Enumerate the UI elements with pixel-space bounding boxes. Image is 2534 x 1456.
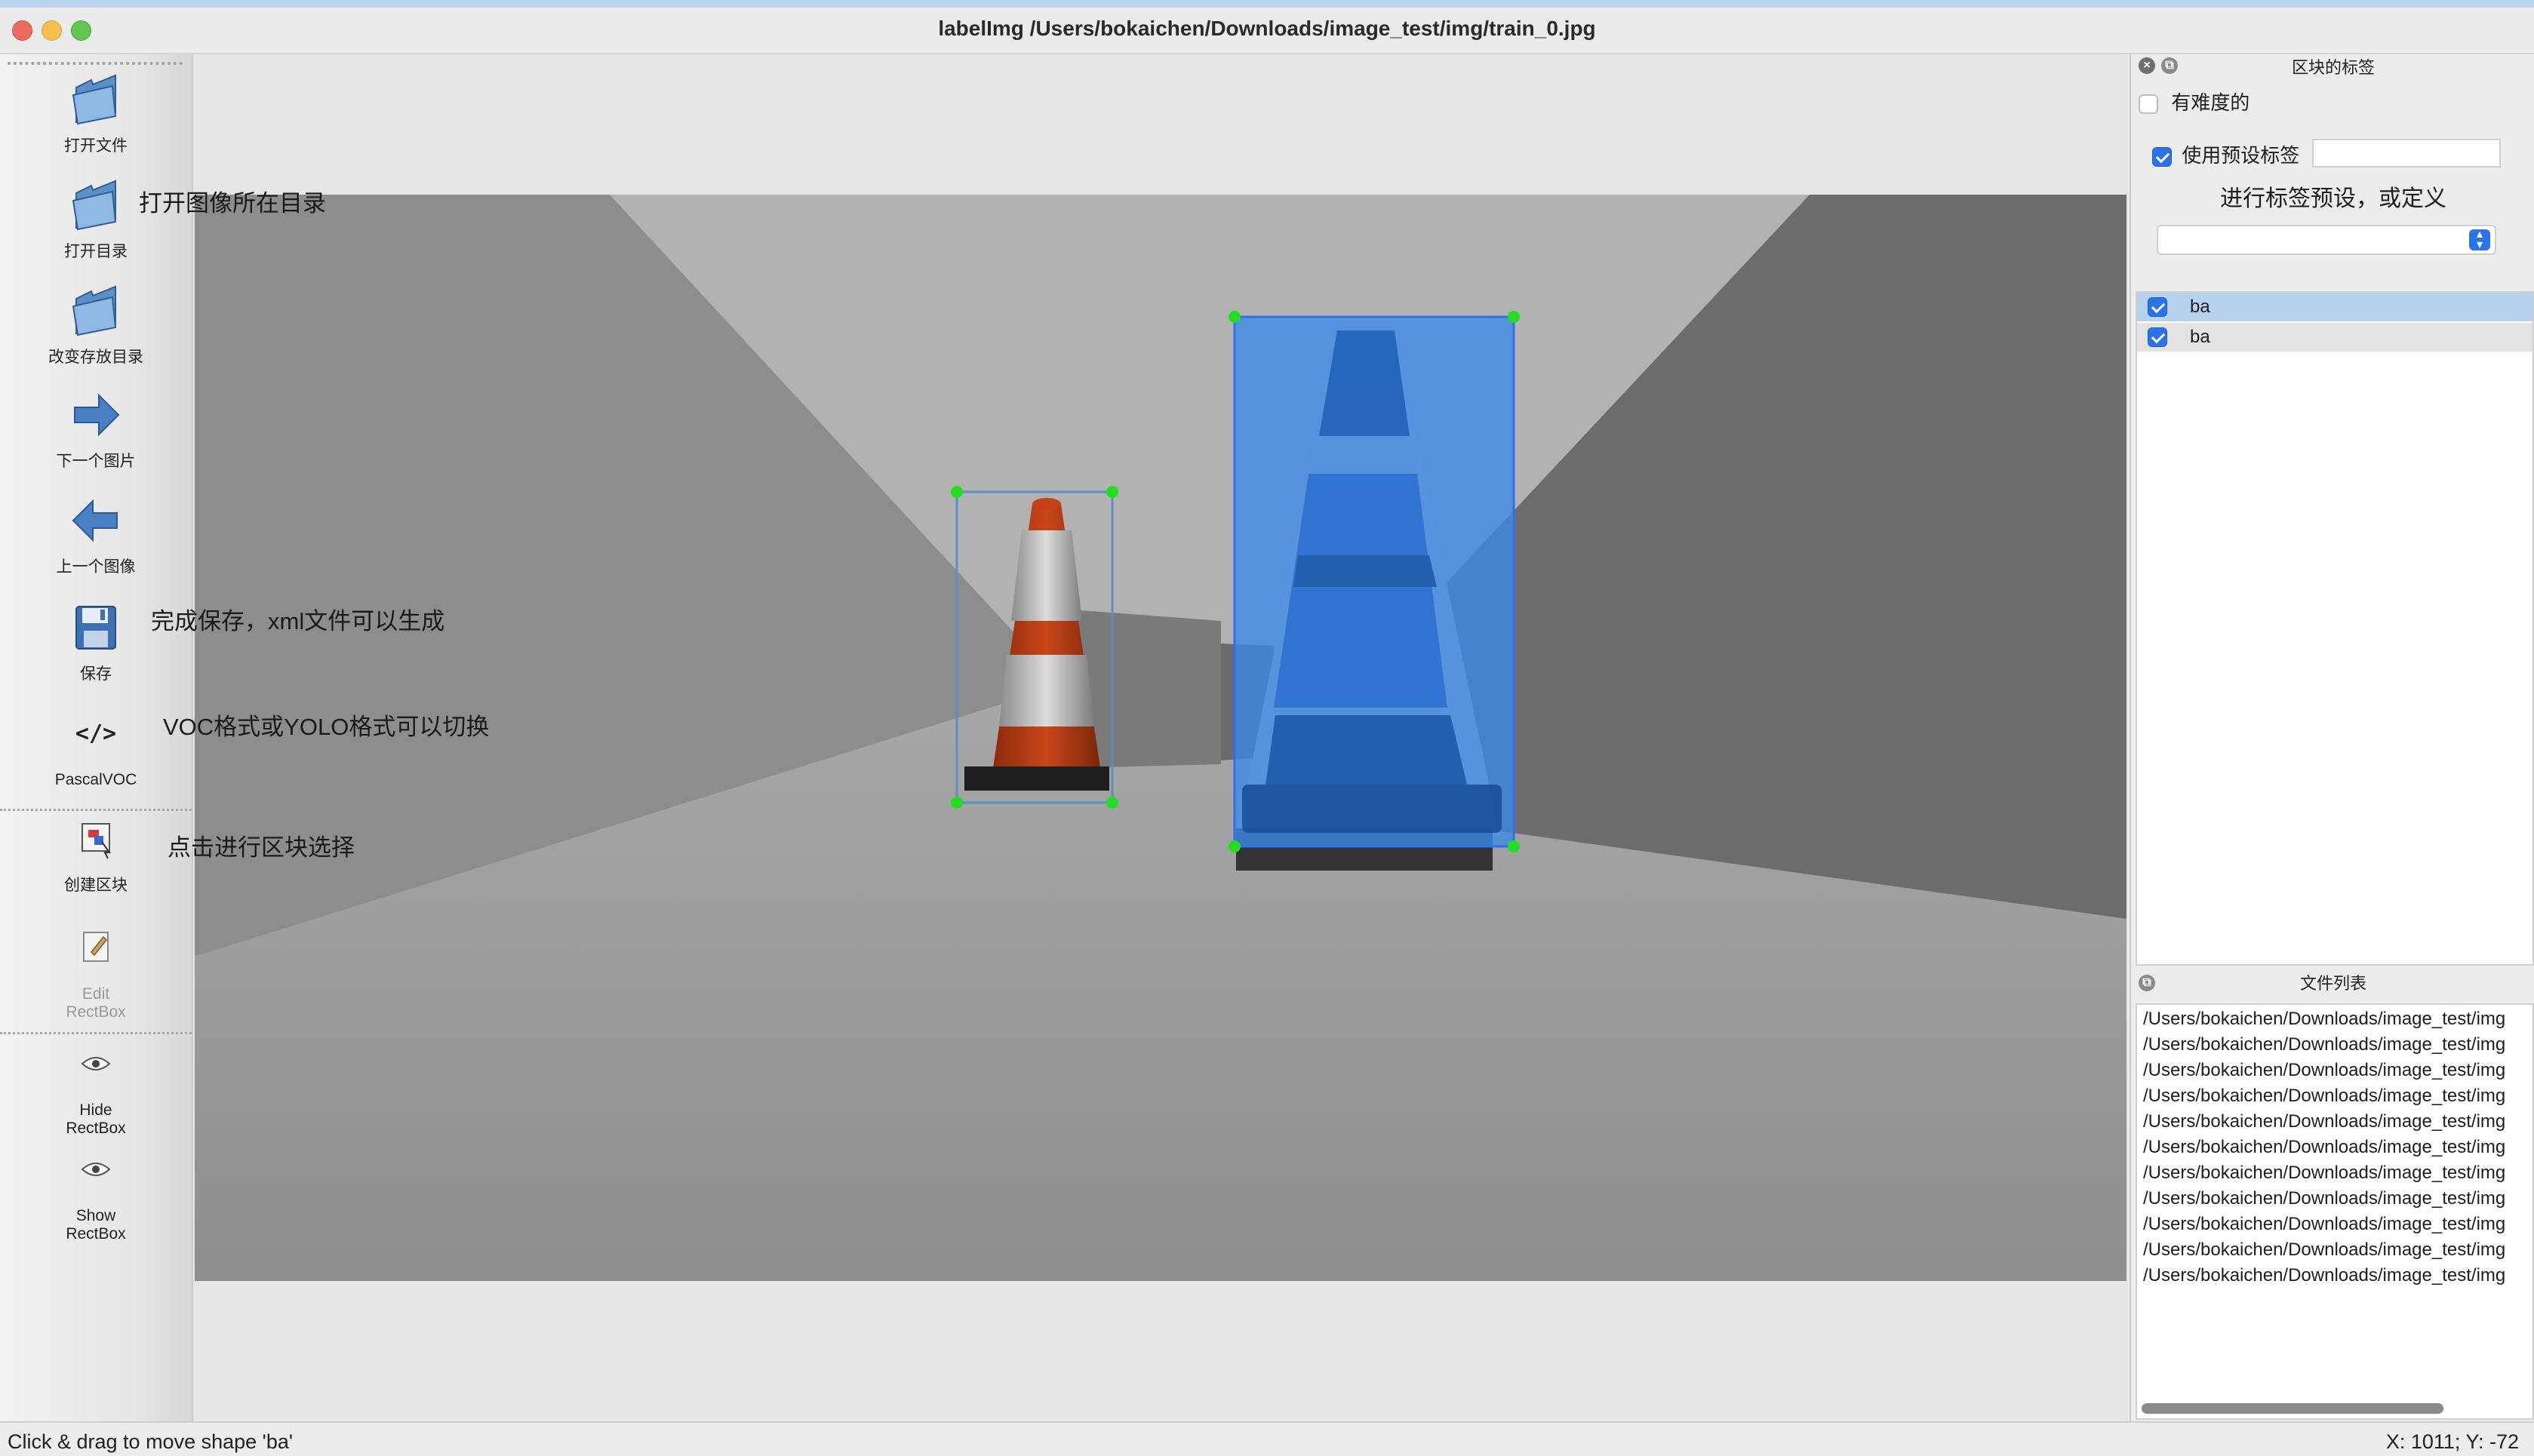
label-item-text: ba — [2190, 327, 2210, 347]
file-list[interactable]: /Users/bokaichen/Downloads/image_test/im… — [2136, 1003, 2534, 1420]
title-bar: labelImg /Users/bokaichen/Downloads/imag… — [0, 0, 2534, 54]
toolbar-label-prev-image: 上一个图像 — [56, 558, 136, 576]
next-image-button[interactable]: 下一个图片 — [0, 385, 192, 471]
label-list[interactable]: ba ba — [2136, 291, 2534, 966]
edit-rectbox-icon — [83, 932, 109, 962]
toolbar-label-next-image: 下一个图片 — [56, 453, 136, 470]
toolbar-label-save: 保存 — [80, 665, 112, 683]
folder-icon — [72, 285, 117, 336]
eye-icon — [81, 1057, 111, 1070]
status-bar: Click & drag to move shape 'ba' X: 1011;… — [0, 1421, 2534, 1456]
label-item-text: ba — [2190, 296, 2210, 317]
labels-panel-title: 区块的标签 — [2291, 58, 2375, 77]
cursor-coordinates: X: 1011; Y: -72 — [2385, 1430, 2519, 1453]
file-list-horizontal-scrollbar[interactable] — [2142, 1403, 2443, 1414]
floppy-disk-icon — [75, 606, 116, 650]
folder-icon — [72, 74, 117, 125]
annotation-format: VOC格式或YOLO格式可以切换 — [163, 714, 490, 740]
use-default-label-text: 使用预设标签 — [2182, 144, 2300, 167]
eye-icon — [81, 1163, 111, 1176]
toolbar-label-open-dir: 打开目录 — [64, 243, 128, 260]
create-rectbox-icon — [81, 823, 111, 859]
folder-icon — [72, 180, 117, 231]
file-list-item[interactable]: /Users/bokaichen/Downloads/image_test/im… — [2143, 1006, 2505, 1032]
menu-bar-sliver — [0, 0, 2534, 8]
combo-stepper-icon[interactable]: ▴ ▾ — [2469, 229, 2490, 251]
use-default-label-row[interactable]: 使用预设标签 — [2152, 140, 2299, 168]
label-list-item[interactable]: ba — [2137, 293, 2532, 321]
difficult-label: 有难度的 — [2171, 91, 2250, 114]
use-default-label-checkbox[interactable] — [2152, 147, 2172, 167]
files-panel-title: 文件列表 — [2299, 974, 2366, 993]
annotation-save: 完成保存，xml文件可以生成 — [151, 608, 445, 634]
file-list-item[interactable]: /Users/bokaichen/Downloads/image_test/im… — [2143, 1263, 2505, 1289]
toolbar-label-open-file: 打开文件 — [64, 137, 128, 155]
window-title: labelImg /Users/bokaichen/Downloads/imag… — [938, 17, 1596, 40]
toolbar-label-edit-rectbox: Edit RectBox — [66, 985, 126, 1021]
label-item-checkbox[interactable] — [2148, 297, 2167, 317]
toolbar-label-create-rectbox: 创建区块 — [64, 877, 128, 894]
create-rectbox-button[interactable]: 创建区块 — [0, 809, 192, 895]
edit-rectbox-button[interactable]: Edit RectBox — [0, 917, 192, 1021]
default-label-input[interactable] — [2312, 139, 2501, 167]
difficult-checkbox[interactable] — [2139, 94, 2158, 115]
file-list-item[interactable]: /Users/bokaichen/Downloads/image_test/im… — [2143, 1083, 2505, 1109]
label-item-checkbox[interactable] — [2148, 327, 2167, 347]
annotation-open-dir: 打开图像所在目录 — [139, 190, 326, 217]
toolbar-label-format: PascalVOC — [54, 771, 137, 788]
toolbar-grip[interactable] — [8, 62, 183, 65]
code-brackets-icon: </> — [75, 720, 116, 747]
file-list-item[interactable]: /Users/bokaichen/Downloads/image_test/im… — [2143, 1160, 2505, 1186]
label-combo-box[interactable]: ▴ ▾ — [2157, 225, 2496, 255]
file-list-item[interactable]: /Users/bokaichen/Downloads/image_test/im… — [2143, 1135, 2505, 1160]
toolbar-label-show-rectbox: Show RectBox — [66, 1207, 126, 1243]
prev-image-button[interactable]: 上一个图像 — [0, 490, 192, 576]
status-message: Click & drag to move shape 'ba' — [8, 1430, 293, 1453]
change-save-dir-button[interactable]: 改变存放目录 — [0, 281, 192, 367]
file-list-item[interactable]: /Users/bokaichen/Downloads/image_test/im… — [2143, 1237, 2505, 1263]
file-list-item[interactable]: /Users/bokaichen/Downloads/image_test/im… — [2143, 1212, 2505, 1237]
hide-rectbox-button[interactable]: Hide RectBox — [0, 1034, 192, 1138]
toolbar-label-hide-rectbox: Hide RectBox — [66, 1101, 126, 1137]
svg-text:</>: </> — [75, 720, 116, 747]
file-list-item[interactable]: /Users/bokaichen/Downloads/image_test/im… — [2143, 1058, 2505, 1083]
annotation-create: 点击进行区块选择 — [168, 834, 355, 861]
arrow-right-icon — [74, 393, 120, 437]
right-dock: × ⧉ 区块的标签 有难度的 使用预设标签 进行标签预设，或定义 ▴ ▾ ba b… — [2130, 54, 2534, 1421]
preset-hint: 进行标签预设，或定义 — [2220, 186, 2446, 211]
label-list-item[interactable]: ba — [2137, 323, 2532, 352]
difficult-row[interactable]: 有难度的 — [2139, 88, 2250, 115]
toolbar-label-change-save-dir: 改变存放目录 — [48, 349, 143, 366]
open-file-button[interactable]: 打开文件 — [0, 69, 192, 155]
show-rectbox-button[interactable]: Show RectBox — [0, 1139, 192, 1243]
file-list-item[interactable]: /Users/bokaichen/Downloads/image_test/im… — [2143, 1032, 2505, 1058]
arrow-left-icon — [72, 499, 118, 542]
file-list-item[interactable]: /Users/bokaichen/Downloads/image_test/im… — [2143, 1109, 2505, 1135]
file-list-item[interactable]: /Users/bokaichen/Downloads/image_test/im… — [2143, 1186, 2505, 1212]
